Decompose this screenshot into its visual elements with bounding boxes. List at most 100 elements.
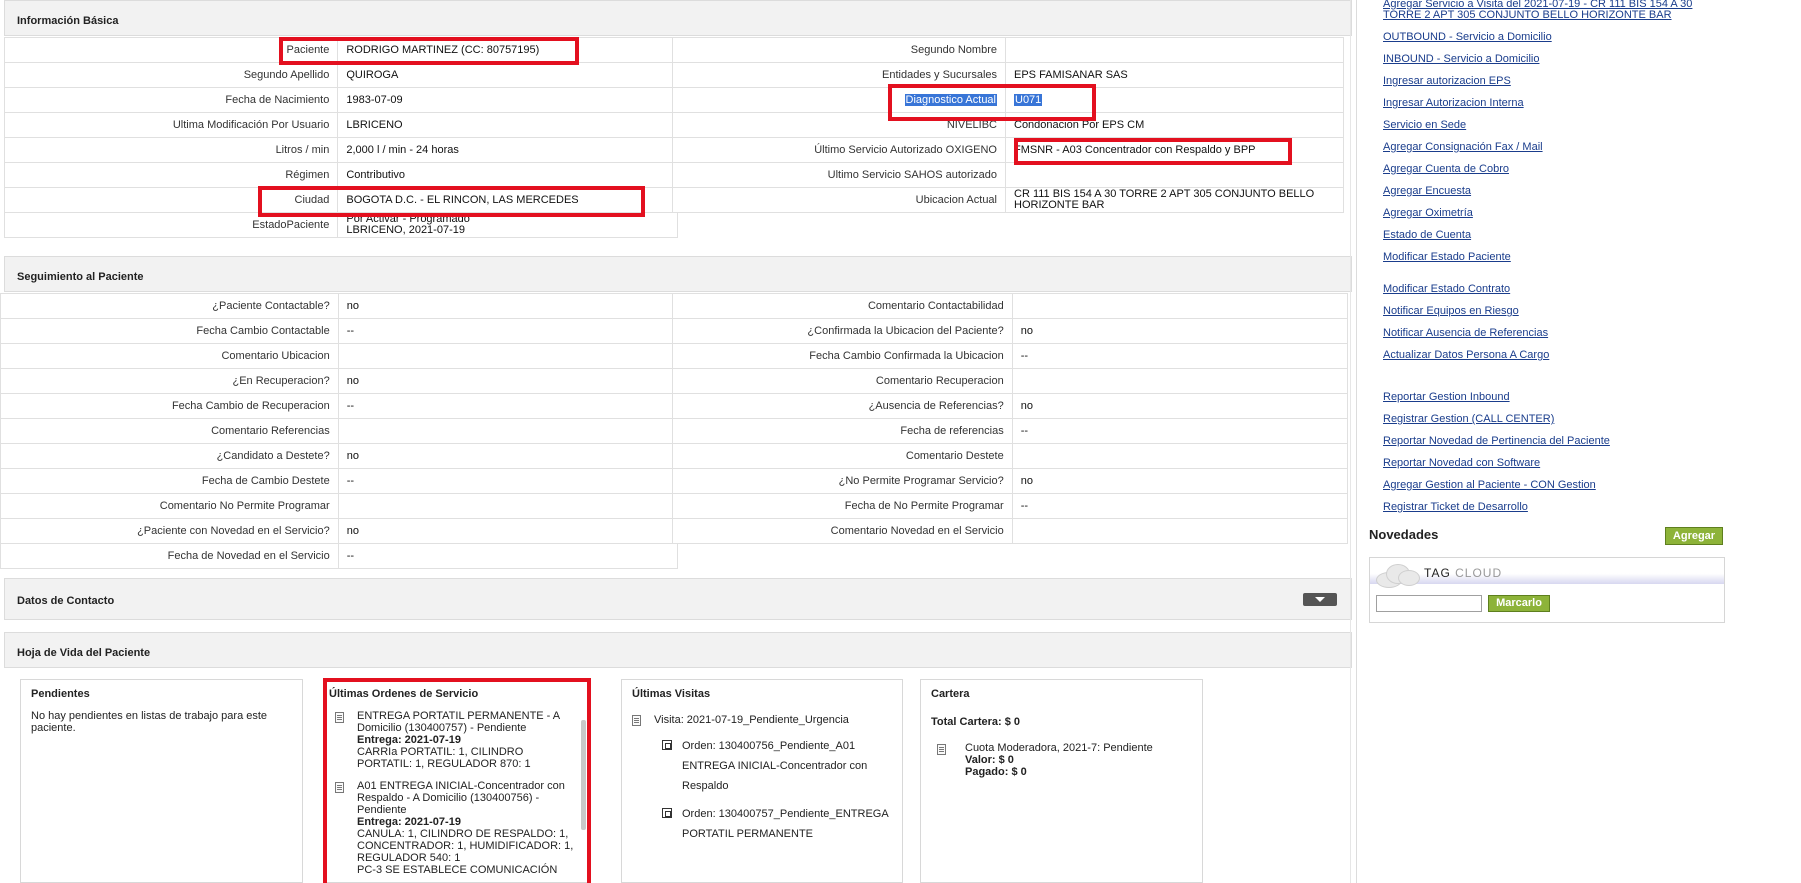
field-label: Litros / min (3, 137, 339, 163)
field-label: Segundo Nombre (672, 37, 1006, 63)
visita-orden-text: Orden: 130400757_Pendiente_ENTREGA PORTA… (682, 808, 889, 840)
document-icon (335, 782, 344, 793)
link-modificar-estado-contrato[interactable]: Modificar Estado Contrato (1383, 283, 1510, 295)
field-label: Ultima Modificación Por Usuario (3, 112, 339, 138)
tag-word: TAG (1424, 566, 1451, 580)
table-row: Paciente RODRIGO MARTINEZ (CC: 80757195) (3, 37, 678, 63)
field-value (337, 418, 679, 444)
field-value (337, 343, 679, 369)
link-autorizacion-interna[interactable]: Ingresar Autorizacion Interna (1383, 97, 1524, 109)
field-value: no (1011, 318, 1349, 344)
table-row: Comentario Novedad en el Servicio (672, 518, 1349, 544)
pendientes-panel: Pendientes No hay pendientes en listas d… (20, 679, 303, 883)
cuota-valor: Valor: $ 0 (965, 754, 1014, 766)
field-value: no (337, 518, 679, 544)
ordenes-title: Últimas Ordenes de Servicio (329, 688, 479, 700)
field-label: Fecha de referencias (672, 418, 1013, 444)
link-gestion-inbound[interactable]: Reportar Gestion Inbound (1383, 391, 1510, 403)
list-item[interactable]: ENTREGA PORTATIL PERMANENTE - A Domicili… (335, 710, 574, 770)
field-label: ¿Ausencia de Referencias? (672, 393, 1013, 419)
visita-orden-item[interactable]: Orden: 130400757_Pendiente_ENTREGA PORTA… (632, 804, 892, 844)
order-detail: CARRIa PORTATIL: 1, CILINDRO PORTATIL: 1… (357, 746, 531, 770)
seguimiento-right-table: Comentario Contactabilidad ¿Confirmada l… (672, 293, 1349, 544)
link-gestion-call-center[interactable]: Registrar Gestion (CALL CENTER) (1383, 413, 1554, 425)
field-value: no (337, 443, 679, 469)
link-gestion-paciente[interactable]: Agregar Gestion al Paciente - CON Gestio… (1383, 479, 1596, 491)
table-row: Entidades y Sucursales EPS FAMISANAR SAS (672, 62, 1344, 88)
table-row: Fecha Cambio Contactable -- (0, 318, 679, 344)
table-row: Litros / min 2,000 l / min - 24 horas (3, 137, 678, 163)
table-row: Ultimo Servicio SAHOS autorizado (672, 162, 1344, 188)
table-row: Segundo Apellido QUIROGA (3, 62, 678, 88)
order-description: ENTREGA PORTATIL PERMANENTE - A Domicili… (357, 710, 560, 734)
list-item[interactable]: A01 ENTREGA INICIAL-Concentrador con Res… (335, 780, 574, 876)
field-value: RODRIGO MARTINEZ (CC: 80757195) (337, 37, 678, 63)
field-value: -- (337, 318, 679, 344)
table-row: ¿En Recuperacion? no (0, 368, 679, 394)
field-label: Comentario Contactabilidad (672, 293, 1013, 319)
field-label: Fecha Cambio Contactable (0, 318, 339, 344)
table-row: Comentario Ubicacion (0, 343, 679, 369)
link-consignacion[interactable]: Agregar Consignación Fax / Mail (1383, 141, 1543, 153)
link-inbound[interactable]: INBOUND - Servicio a Domicilio (1383, 53, 1539, 65)
field-value: no (1011, 468, 1349, 494)
link-datos-persona-cargo[interactable]: Actualizar Datos Persona A Cargo (1383, 349, 1549, 361)
field-label: Ciudad (3, 187, 339, 213)
field-value: U071 (1005, 87, 1344, 113)
link-servicio-sede[interactable]: Servicio en Sede (1383, 119, 1466, 131)
link-equipos-riesgo[interactable]: Notificar Equipos en Riesgo (1383, 305, 1519, 317)
agregar-button[interactable]: Agregar (1665, 527, 1723, 545)
cloud-icon (1376, 562, 1420, 588)
order-box-icon (662, 740, 672, 750)
field-value: QUIROGA (337, 62, 678, 88)
field-label: Ubicacion Actual (672, 187, 1006, 213)
visita-orden-item[interactable]: Orden: 130400756_Pendiente_A01 ENTREGA I… (632, 736, 892, 796)
field-value: -- (337, 393, 679, 419)
field-value: LBRICENO (337, 112, 678, 138)
field-label: Entidades y Sucursales (672, 62, 1006, 88)
cuota-pagado: Pagado: $ 0 (965, 766, 1027, 778)
link-modificar-estado-paciente[interactable]: Modificar Estado Paciente (1383, 251, 1511, 263)
table-row: NIVELIBC Condonacion Por EPS CM (672, 112, 1344, 138)
field-label: ¿Candidato a Destete? (0, 443, 339, 469)
expand-chevron-icon[interactable] (1303, 593, 1337, 606)
novedades-title: Novedades (1369, 527, 1439, 542)
seguimiento-left-table: ¿Paciente Contactable? no Fecha Cambio Co… (0, 293, 679, 569)
field-label: ¿En Recuperacion? (0, 368, 339, 394)
pendientes-title: Pendientes (31, 688, 90, 700)
tag-search-input[interactable] (1376, 595, 1482, 612)
contacto-header[interactable]: Datos de Contacto (4, 578, 1352, 620)
field-label: ¿Paciente con Novedad en el Servicio? (0, 518, 339, 544)
field-value: FMSNR - A03 Concentrador con Respaldo y … (1005, 137, 1344, 163)
field-value: no (1011, 393, 1349, 419)
scrollbar[interactable] (581, 720, 586, 830)
link-novedad-software[interactable]: Reportar Novedad con Software (1383, 457, 1540, 469)
table-row: ¿No Permite Programar Servicio? no (672, 468, 1349, 494)
link-ausencia-referencias[interactable]: Notificar Ausencia de Referencias (1383, 327, 1548, 339)
link-autorizacion-eps[interactable]: Ingresar autorizacion EPS (1383, 75, 1511, 87)
link-encuesta[interactable]: Agregar Encuesta (1383, 185, 1471, 197)
link-novedad-pertinencia[interactable]: Reportar Novedad de Pertinencia del Paci… (1383, 435, 1610, 447)
marcarlo-button[interactable]: Marcarlo (1488, 595, 1550, 612)
field-label: Comentario Recuperacion (672, 368, 1013, 394)
column-divider (1350, 0, 1351, 883)
link-cuenta-cobro[interactable]: Agregar Cuenta de Cobro (1383, 163, 1509, 175)
link-estado-cuenta[interactable]: Estado de Cuenta (1383, 229, 1471, 241)
link-ticket-desarrollo[interactable]: Registrar Ticket de Desarrollo (1383, 501, 1528, 513)
field-value: -- (1011, 343, 1349, 369)
cloud-word: CLOUD (1455, 566, 1503, 580)
table-row: Ultima Modificación Por Usuario LBRICENO (3, 112, 678, 138)
field-value: 2,000 l / min - 24 horas (337, 137, 678, 163)
visita-item[interactable]: Visita: 2021-07-19_Pendiente_Urgencia (632, 710, 892, 730)
field-label: Fecha de No Permite Programar (672, 493, 1013, 519)
link-outbound[interactable]: OUTBOUND - Servicio a Domicilio (1383, 31, 1552, 43)
field-value: Contributivo (337, 162, 678, 188)
hoja-vida-title: Hoja de Vida del Paciente (17, 647, 151, 659)
link-oximetria[interactable]: Agregar Oximetría (1383, 207, 1473, 219)
field-value (1005, 162, 1344, 188)
ordenes-panel: Últimas Ordenes de Servicio ENTREGA PORT… (324, 679, 589, 883)
link-agregar-servicio-visita-cont[interactable]: TORRE 2 APT 305 CONJUNTO BELLO HORIZONTE… (1383, 9, 1672, 21)
cuota-item: Cuota Moderadora, 2021-7: Pendiente Valo… (931, 742, 1192, 778)
field-value: -- (1011, 418, 1349, 444)
order-extra: PC-3 SE ESTABLECE COMUNICACIÓN (357, 864, 558, 876)
